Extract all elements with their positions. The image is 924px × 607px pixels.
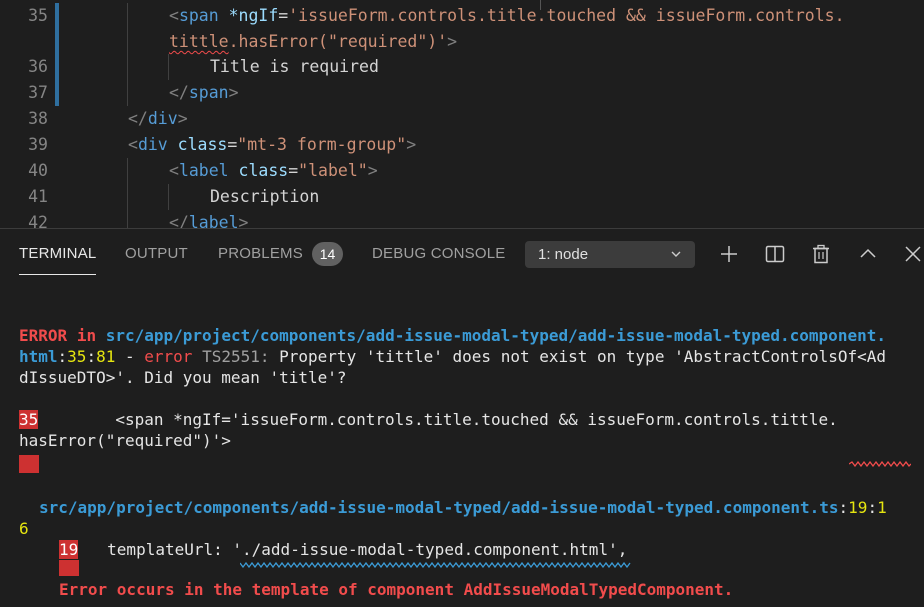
indent-guide	[127, 54, 128, 80]
ref-line-2: 6	[19, 518, 29, 539]
error-type-label: error	[144, 347, 193, 366]
line-number: 36	[28, 57, 48, 76]
ref-code: templateUrl: './add-issue-modal-typed.co…	[78, 540, 628, 559]
in-word: in	[76, 326, 97, 345]
error-message-part-2: dIssueDTO>'. Did you mean 'title'?	[19, 368, 347, 387]
code-text: <label class="label">	[169, 161, 378, 180]
code-text: <span *ngIf='issueForm.controls.title.to…	[169, 6, 845, 25]
code-text: </span>	[169, 83, 239, 102]
ref-error-text: Error occurs in the template of componen…	[59, 580, 734, 599]
indent-guide	[168, 184, 169, 210]
error-message-part-1: Property 'tittle' does not exist on type…	[269, 347, 886, 366]
line-number: 42	[28, 213, 48, 228]
indent-guide	[127, 3, 128, 29]
code-text: Description	[210, 187, 320, 206]
editor-line: 39 <div class="mt-3 form-group">	[0, 132, 924, 158]
editor-line: 36 Title is required	[0, 54, 924, 80]
editor-line: 35 <span *ngIf='issueForm.controls.title.…	[0, 3, 924, 29]
modified-line-gutter-marker	[55, 80, 59, 106]
error-code: TS2551:	[202, 347, 270, 366]
ref-line-number: 19	[848, 498, 868, 517]
code-text: <div class="mt-3 form-group">	[128, 135, 417, 154]
line-number: 39	[28, 135, 48, 154]
bottom-panel: TERMINAL OUTPUT PROBLEMS 14 DEBUG CONSOL…	[0, 228, 924, 607]
dash: -	[115, 347, 145, 366]
error-label: ERROR	[19, 326, 68, 345]
error-line-2: html:35:81 - error TS2551: Property 'tit…	[19, 347, 886, 366]
indent-guide	[127, 80, 128, 106]
error-col-number: 81	[96, 347, 116, 366]
editor-line: 38 </div>	[0, 106, 924, 132]
ref-col-number-part-1: 1	[877, 498, 887, 517]
ref-code-line-number: 19	[59, 540, 79, 559]
error-line-3: dIssueDTO>'. Did you mean 'title'?	[19, 367, 347, 388]
snippet-line-2: hasError("required")'>	[19, 430, 231, 451]
editor-line: tittle.hasError("required")'>	[0, 29, 924, 55]
editor-line: 37 </span>	[0, 80, 924, 106]
snippet-marker-block	[19, 455, 39, 473]
indent-guide	[127, 158, 128, 184]
ref-col-number-part-2: 6	[19, 519, 29, 538]
ref-file-path[interactable]: src/app/project/components/add-issue-mod…	[39, 498, 839, 517]
editor-line: 42 </label>	[0, 210, 924, 228]
line-number: 35	[28, 6, 48, 25]
indent-guide	[127, 184, 128, 210]
indent-guide	[127, 210, 128, 228]
error-file-path: src/app/project/components/add-issue-mod…	[105, 326, 886, 345]
indent-guide	[168, 54, 169, 80]
snippet-line-number: 35	[19, 410, 39, 429]
editor-line: 40 <label class="label">	[0, 158, 924, 184]
code-editor[interactable]: 35 <span *ngIf='issueForm.controls.title.…	[0, 0, 924, 228]
code-text: tittle.hasError("required")'>	[169, 32, 458, 51]
ref-squiggle	[240, 562, 631, 568]
editor-line: 41 Description	[0, 184, 924, 210]
snippet-code-2: hasError("required")'>	[19, 431, 231, 450]
snippet-line-1: 35 <span *ngIf='issueForm.controls.title…	[19, 409, 838, 430]
line-number: 40	[28, 161, 48, 180]
line-number: 38	[28, 109, 48, 128]
error-file-ext: html	[19, 347, 58, 366]
error-line-1: ERROR in src/app/project/components/add-…	[19, 325, 886, 346]
snippet-code-1: <span *ngIf='issueForm.controls.title.to…	[38, 410, 838, 429]
ref-marker-block	[59, 560, 79, 576]
error-line-number: 35	[67, 347, 87, 366]
snippet-squiggle	[849, 461, 911, 467]
code-text: </div>	[128, 109, 188, 128]
indent-guide	[127, 29, 128, 55]
modified-line-gutter-marker	[55, 54, 59, 80]
terminal-output[interactable]: ERROR in src/app/project/components/add-…	[0, 229, 924, 607]
code-text: Title is required	[210, 57, 379, 76]
line-number: 37	[28, 83, 48, 102]
modified-line-gutter-marker	[55, 3, 59, 29]
ref-error-message: Error occurs in the template of componen…	[59, 579, 733, 600]
code-text: </label>	[169, 213, 249, 228]
modified-line-gutter-marker	[55, 29, 59, 55]
ref-line-1: src/app/project/components/add-issue-mod…	[39, 498, 887, 517]
ref-code-line: 19 templateUrl: './add-issue-modal-typed…	[59, 539, 627, 560]
line-number: 41	[28, 187, 48, 206]
